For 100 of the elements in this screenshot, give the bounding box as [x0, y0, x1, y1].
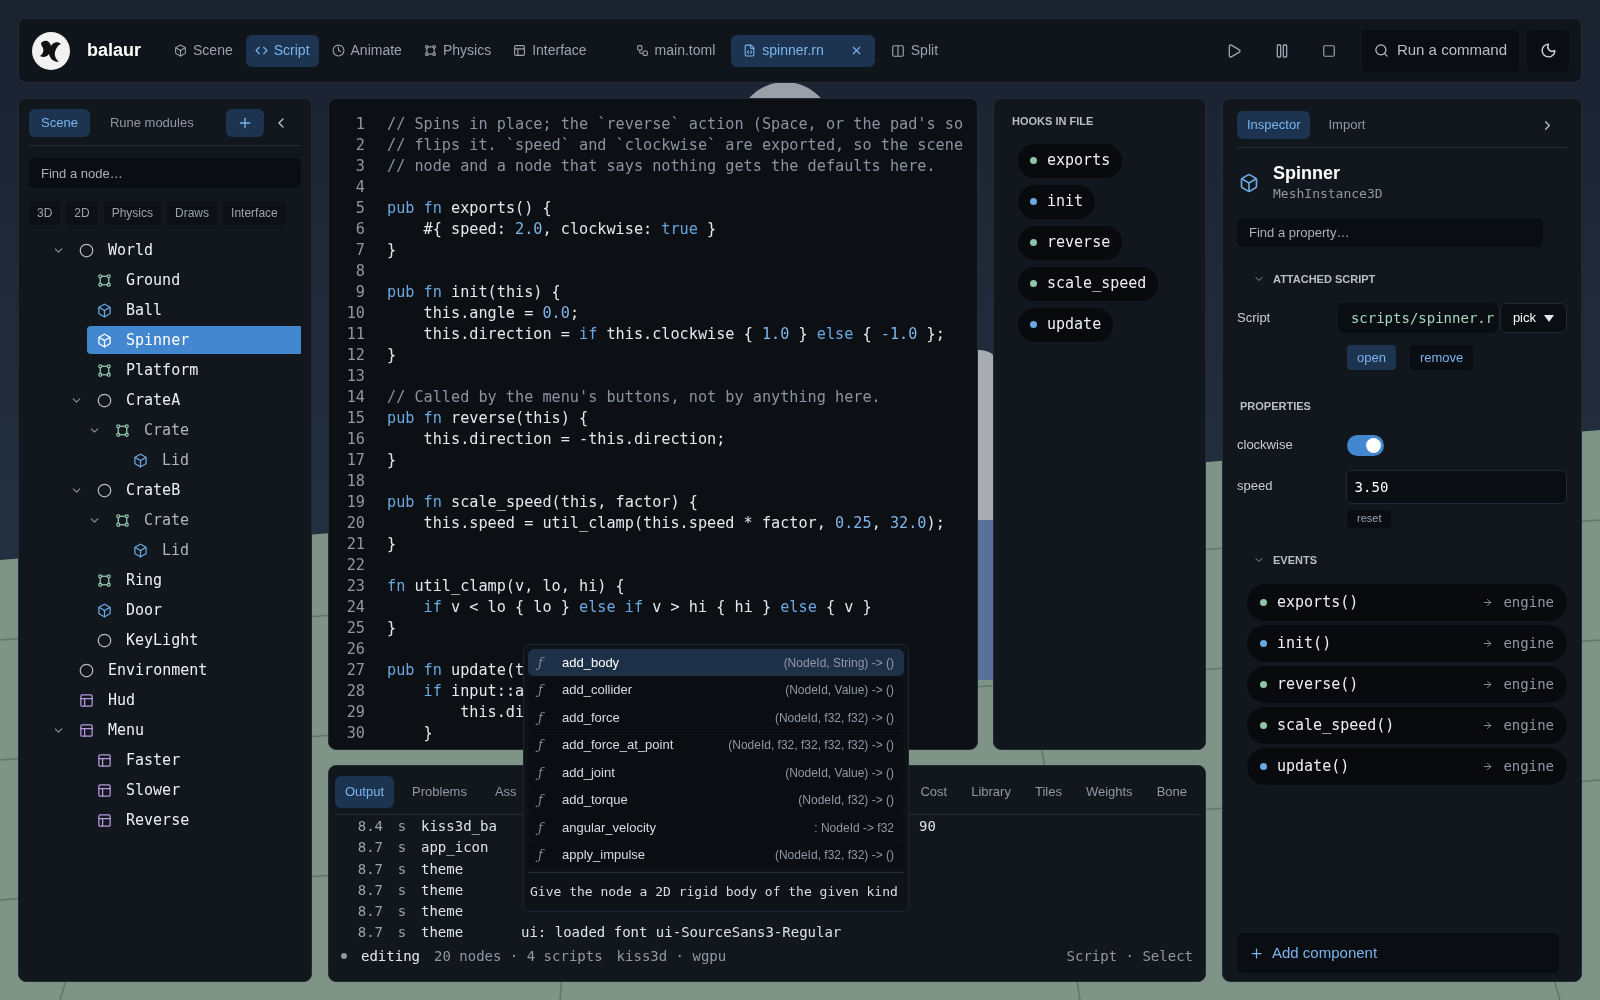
log-source: app_icon	[421, 838, 490, 858]
log-time: 8.4	[356, 817, 383, 836]
inspector-tab[interactable]: Import	[1318, 111, 1376, 139]
add-button[interactable]	[225, 109, 264, 137]
mode-tab[interactable]: Script	[245, 34, 319, 67]
file-tab[interactable]: main.toml	[623, 34, 728, 67]
output-tab[interactable]: Ass	[484, 776, 527, 808]
tree-item[interactable]: Environment	[69, 656, 301, 684]
line-number: 5	[354, 198, 365, 219]
tree-item[interactable]: Ring	[87, 566, 301, 594]
panel-tab[interactable]: Scene	[29, 109, 90, 137]
completion-item[interactable]: ƒ apply_impulse (NodeId, f32, f32) -> ()	[528, 841, 904, 869]
log-message: 90	[919, 817, 936, 836]
hook-pill[interactable]: exports	[1018, 143, 1123, 178]
file-tab[interactable]: spinner.rn	[731, 34, 875, 67]
filter-chip[interactable]: 2D	[66, 201, 98, 225]
tree-item[interactable]: Faster	[87, 746, 301, 774]
completion-item[interactable]: ƒ add_joint (NodeId, Value) -> ()	[528, 759, 904, 786]
command-button[interactable]: Run a command	[1361, 29, 1519, 72]
mode-tab[interactable]: Animate	[322, 34, 411, 67]
toggle-switch[interactable]	[1347, 434, 1384, 456]
tree-item[interactable]: Door	[87, 596, 301, 624]
search-field[interactable]: Find a property…	[1237, 217, 1543, 247]
pick-dropdown[interactable]: pick	[1499, 303, 1567, 333]
output-tab[interactable]: Library	[961, 776, 1021, 808]
hook-pill[interactable]: init	[1018, 184, 1096, 219]
filter-chip[interactable]: Draws	[167, 201, 218, 225]
log-source: theme	[421, 880, 465, 900]
mode-tab[interactable]: Interface	[504, 34, 596, 67]
hook-pill[interactable]: reverse	[1018, 225, 1123, 260]
code-line: pub fn scale_speed(this, factor) {	[387, 492, 698, 513]
completion-item[interactable]: ƒ add_collider (NodeId, Value) -> ()	[528, 676, 904, 704]
section-heading: ATTACHED SCRIPT	[1273, 271, 1376, 287]
tree-item[interactable]: Ball	[87, 296, 301, 324]
reset-button[interactable]: reset	[1347, 509, 1392, 528]
code-line: // flips it. `speed` and `clockwise` are exported, so the scene	[387, 135, 964, 156]
log-unit: s	[396, 859, 408, 879]
filter-chip[interactable]: 3D	[29, 201, 61, 225]
completion-item[interactable]: ƒ add_body (NodeId, String) -> ()	[528, 649, 904, 676]
line-number: 27	[345, 660, 365, 681]
hook-pill[interactable]: update	[1018, 307, 1114, 342]
tree-item[interactable]: Menu	[69, 716, 301, 744]
filter-chip[interactable]: Physics	[103, 201, 162, 225]
node-name: Spinner	[1273, 162, 1341, 184]
code-line: }	[387, 450, 397, 471]
signature: (NodeId, f32, f32) -> ()	[774, 709, 894, 727]
output-tab[interactable]: Weights	[1075, 776, 1143, 808]
script-action-button[interactable]: remove	[1409, 345, 1474, 370]
tree-item[interactable]: Reverse	[87, 806, 301, 834]
mode-tab[interactable]: Physics	[414, 34, 501, 67]
tree-item[interactable]: Slower	[87, 776, 301, 804]
script-field[interactable]: scripts/spinner.r	[1337, 303, 1498, 333]
output-tab[interactable]: Cost	[910, 776, 958, 808]
tree-item[interactable]: Hud	[69, 686, 301, 714]
output-tab[interactable]: Bone	[1146, 776, 1197, 808]
split-button[interactable]: Split	[878, 34, 950, 67]
section-heading: EVENTS	[1273, 552, 1317, 568]
search-field[interactable]: Find a node…	[29, 158, 301, 188]
code-editor[interactable]	[328, 98, 978, 750]
tree-item[interactable]: CrateB	[87, 476, 301, 504]
cube-icon	[174, 44, 188, 57]
completion-item[interactable]: ƒ add_force_at_point (NodeId, f32, f32, f32, f32) -> ()	[528, 731, 904, 759]
log-message: ui: loaded font ui-SourceSans3-Regular	[521, 924, 842, 941]
event-row[interactable]: scale_speed() engine	[1247, 707, 1567, 744]
panel-tab[interactable]: Rune modules	[97, 109, 206, 137]
log-source: theme	[421, 859, 465, 879]
output-tab[interactable]: Output	[335, 776, 395, 808]
signature: (NodeId, String) -> ()	[783, 654, 894, 672]
tree-item[interactable]: CrateA	[87, 386, 301, 414]
code-line: this.direction = if this.clockwise { 1.0 } else { -1.0 };	[422, 324, 945, 345]
signature: (NodeId, Value) -> ()	[785, 764, 894, 782]
event-row[interactable]: reverse() engine	[1247, 666, 1567, 703]
number-field[interactable]: 3.50	[1345, 469, 1567, 504]
filter-chip[interactable]: Interface	[223, 201, 286, 225]
event-row[interactable]: update() engine	[1247, 748, 1567, 785]
stop-icon[interactable]	[1321, 43, 1336, 58]
cube-icon	[97, 302, 112, 318]
layout-icon	[97, 752, 112, 768]
code-line: pub fn update(t	[387, 660, 525, 681]
event-row[interactable]: init() engine	[1247, 625, 1567, 662]
output-tab[interactable]: Tiles	[1024, 776, 1072, 808]
tree-item[interactable]: World	[69, 236, 301, 264]
tree-item[interactable]: Spinner	[87, 326, 301, 354]
add-component-button[interactable]: Add component	[1237, 933, 1559, 973]
completion-item[interactable]: ƒ add_force (NodeId, f32, f32) -> ()	[528, 704, 904, 731]
status-state: editing	[361, 946, 420, 966]
output-tab[interactable]: Problems	[402, 776, 477, 808]
mode-tab[interactable]: Scene	[165, 34, 242, 67]
completion-item[interactable]: ƒ angular_velocity : NodeId -> f32	[528, 814, 904, 841]
inspector-tab[interactable]: Inspector	[1237, 111, 1311, 139]
completion-item[interactable]: ƒ add_torque (NodeId, f32) -> ()	[528, 786, 904, 814]
hook-pill[interactable]: scale_speed	[1018, 266, 1159, 301]
tree-item[interactable]: KeyLight	[87, 626, 301, 654]
event-name: exports()	[1277, 592, 1359, 614]
tree-item[interactable]: Ground	[87, 266, 301, 294]
event-row[interactable]: exports() engine	[1247, 584, 1567, 621]
arrow-icon	[1482, 638, 1494, 649]
tree-item[interactable]: Platform	[87, 356, 301, 384]
theme-button[interactable]	[1527, 29, 1569, 72]
script-action-button[interactable]: open	[1347, 345, 1396, 370]
